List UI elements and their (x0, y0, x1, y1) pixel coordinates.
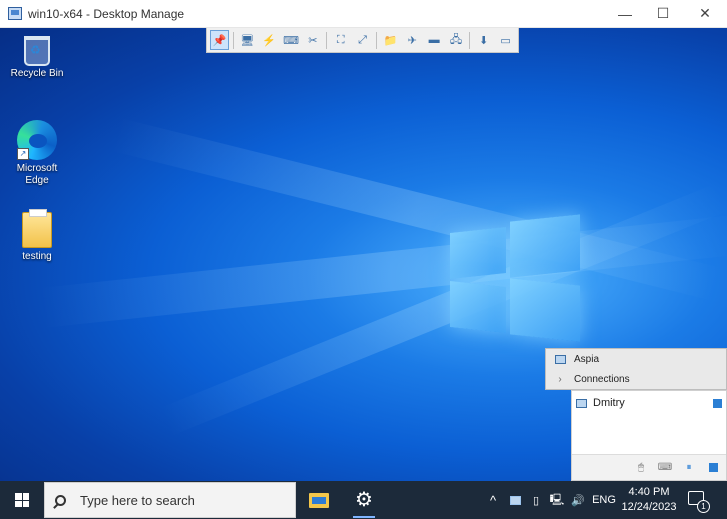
keyboard-icon[interactable]: ⌨ (282, 30, 301, 50)
minimize-toolbar-icon[interactable]: ▭ (496, 30, 515, 50)
desktop-icon-label: testing (22, 251, 52, 262)
user-name: Dmitry (593, 397, 625, 409)
toolbar-separator (376, 31, 377, 49)
windows-start-icon (15, 493, 29, 507)
window-title: win10-x64 - Desktop Manage (28, 7, 185, 21)
session-toolbar: 📌 🖥 ⚡ ⌨ ✂ ⛶ ⤢ 📁 ✈ ▬ 🖧 ⬇ ▭ (206, 28, 519, 53)
fullscreen-icon[interactable]: ⤢ (353, 30, 372, 50)
desktop-icon-edge[interactable]: ↗ Microsoft Edge (5, 120, 69, 187)
tray-overflow-chevron-icon[interactable]: ^ (484, 481, 502, 519)
desktop-icon-label: Recycle Bin (10, 68, 64, 79)
menu-item-label: Aspia (574, 353, 600, 365)
aspia-menu: Aspia › Connections (545, 348, 727, 390)
volume-icon[interactable]: 🔊 (569, 481, 587, 519)
power-icon[interactable]: ⚡ (260, 30, 279, 50)
desktop-icon-label: Microsoft Edge (16, 163, 58, 186)
aspia-tray-icon[interactable] (506, 481, 524, 519)
status-square-icon (713, 398, 722, 408)
menu-item-connections[interactable]: › Connections (546, 369, 726, 389)
stop-icon[interactable] (706, 461, 720, 475)
menu-item-label: Connections (574, 373, 630, 385)
window-titlebar: win10-x64 - Desktop Manage — ☐ ✕ (0, 0, 727, 28)
shortcut-arrow-icon: ↗ (17, 148, 29, 160)
file-explorer-icon (309, 492, 329, 508)
search-placeholder: Type here to search (80, 492, 195, 508)
tools-icon[interactable]: ✂ (303, 30, 322, 50)
desktop-icon-recycle-bin[interactable]: Recycle Bin (5, 34, 69, 80)
mouse-icon[interactable]: 🖱 (634, 461, 648, 475)
chevron-right-icon: › (558, 373, 562, 385)
screenshot-icon[interactable]: ⬇ (474, 30, 493, 50)
pause-icon[interactable]: ⏸ (682, 461, 696, 475)
pin-icon[interactable]: 📌 (210, 30, 229, 50)
windows-logo (448, 214, 584, 342)
computer-icon (576, 398, 587, 408)
toolbar-separator (232, 31, 234, 49)
user-row[interactable]: Dmitry (576, 395, 722, 411)
minimize-button[interactable]: — (608, 0, 642, 27)
menu-item-aspia[interactable]: Aspia (546, 349, 726, 369)
system-info-icon[interactable]: 🖧 (447, 30, 466, 50)
gear-icon: ⚙ (355, 489, 373, 511)
computer-icon (554, 354, 566, 364)
connections-panel: Dmitry 🖱 ⌨ ⏸ (571, 390, 727, 481)
settings-app-button[interactable]: ⚙ (343, 481, 385, 519)
panel-footer: 🖱 ⌨ ⏸ (572, 454, 726, 480)
monitor-icon[interactable]: 🖥 (238, 30, 257, 50)
file-transfer-icon[interactable]: 📁 (381, 30, 400, 50)
toolbar-separator (326, 31, 328, 49)
device-tray-icon[interactable]: ▯ (527, 481, 545, 519)
network-icon[interactable]: 🖳 (548, 481, 566, 519)
clock-time: 4:40 PM (628, 486, 670, 498)
clock-date: 12/24/2023 (621, 501, 677, 513)
notification-count-badge: 1 (697, 500, 710, 513)
file-explorer-button[interactable] (298, 481, 340, 519)
maximize-button[interactable]: ☐ (646, 0, 680, 27)
autosize-icon[interactable]: ⛶ (331, 30, 350, 50)
taskbar-clock[interactable]: 4:40 PM 12/24/2023 (612, 485, 686, 515)
app-icon (8, 7, 22, 20)
send-icon[interactable]: ✈ (403, 30, 422, 50)
close-button[interactable]: ✕ (688, 0, 722, 27)
start-button[interactable] (0, 481, 44, 519)
keyboard-icon[interactable]: ⌨ (658, 461, 672, 475)
desktop-icon-testing[interactable]: testing (5, 209, 69, 263)
edge-icon: ↗ (17, 120, 57, 160)
taskbar-search-box[interactable]: Type here to search (44, 482, 296, 518)
terminal-icon[interactable]: ▬ (425, 30, 444, 50)
recycle-bin-icon (24, 36, 50, 66)
search-icon (55, 494, 66, 506)
toolbar-separator (469, 31, 471, 49)
folder-icon (22, 209, 52, 248)
taskbar: Type here to search ⚙ ^ ▯ 🖳 🔊 ENG 4:40 P… (0, 481, 727, 519)
